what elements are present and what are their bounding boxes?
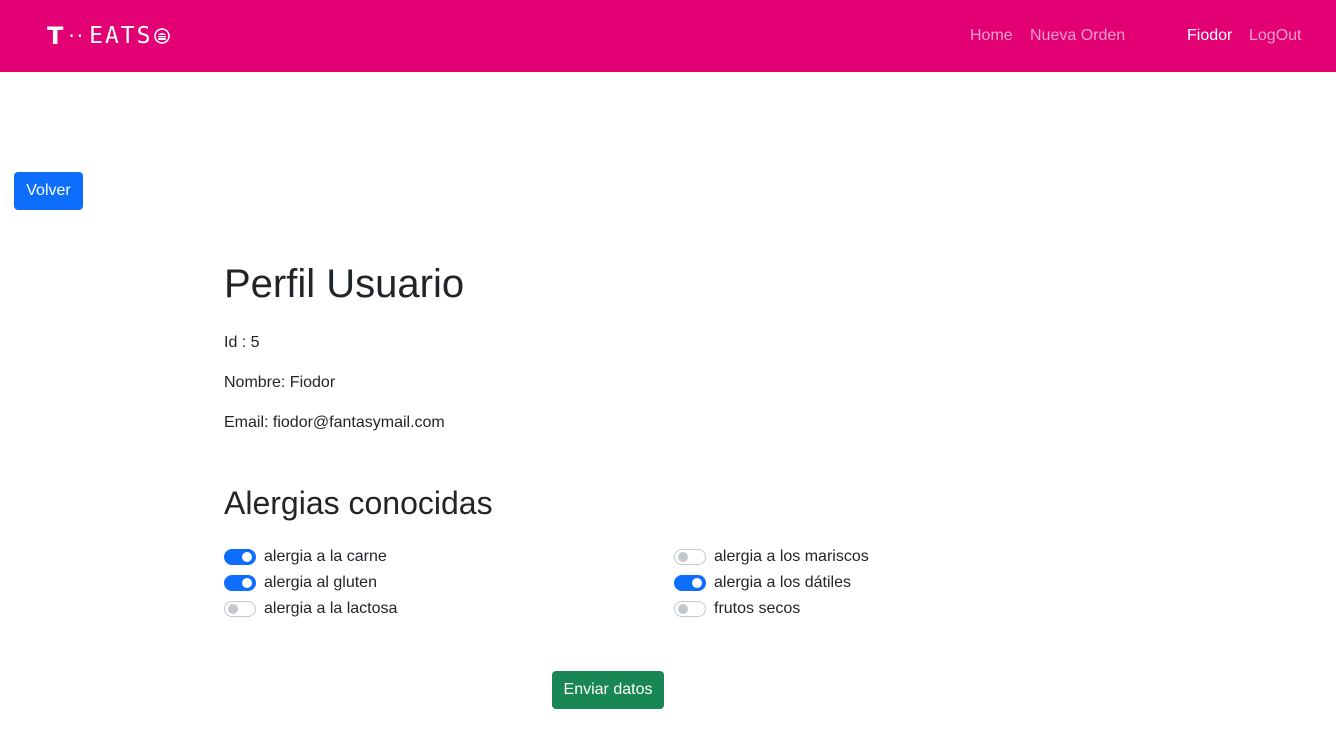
allergy-label: alergia a la lactosa <box>264 600 398 617</box>
burger-icon <box>154 28 171 44</box>
toggle-switch[interactable] <box>674 601 706 617</box>
allergy-toggle-datiles[interactable]: alergia a los dátiles <box>674 573 851 593</box>
nav-nueva-orden-link[interactable]: Nueva Orden <box>1030 26 1125 46</box>
allergy-label: frutos secos <box>714 600 801 617</box>
allergy-label: alergia a los mariscos <box>714 548 869 565</box>
brand-text: EATS <box>89 23 153 49</box>
profile-name: Nombre: Fiodor <box>224 374 336 391</box>
allergy-label: alergia a la carne <box>264 548 387 565</box>
back-button[interactable]: Volver <box>14 172 83 210</box>
nav-home-link[interactable]: Home <box>970 26 1013 46</box>
allergy-toggle-carne[interactable]: alergia a la carne <box>224 547 387 567</box>
submit-button[interactable]: Enviar datos <box>552 671 664 709</box>
toggle-switch[interactable] <box>674 575 706 591</box>
allergy-toggle-lactosa[interactable]: alergia a la lactosa <box>224 599 397 619</box>
allergies-title: Alergias conocidas <box>224 485 493 521</box>
brand-logo[interactable]: T ·· EATS <box>47 22 171 50</box>
toggle-switch[interactable] <box>224 549 256 565</box>
allergy-label: alergia al gluten <box>264 574 377 591</box>
allergy-toggle-frutos-secos[interactable]: frutos secos <box>674 599 800 619</box>
toggle-switch[interactable] <box>674 549 706 565</box>
nav-user-link[interactable]: Fiodor <box>1187 26 1232 46</box>
toggle-switch[interactable] <box>224 601 256 617</box>
allergy-toggle-mariscos[interactable]: alergia a los mariscos <box>674 547 869 567</box>
toggle-switch[interactable] <box>224 575 256 591</box>
profile-email: Email: fiodor@fantasymail.com <box>224 414 445 431</box>
allergy-label: alergia a los dátiles <box>714 574 851 591</box>
brand-dots: ·· <box>68 24 86 48</box>
profile-id: Id : 5 <box>224 334 260 351</box>
brand-t: T <box>47 22 65 50</box>
nav-logout-link[interactable]: LogOut <box>1249 26 1301 46</box>
navbar: T ·· EATS Home Nueva Orden Fiodor LogOut <box>0 0 1336 72</box>
page-title: Perfil Usuario <box>224 262 465 306</box>
allergy-toggle-gluten[interactable]: alergia al gluten <box>224 573 377 593</box>
